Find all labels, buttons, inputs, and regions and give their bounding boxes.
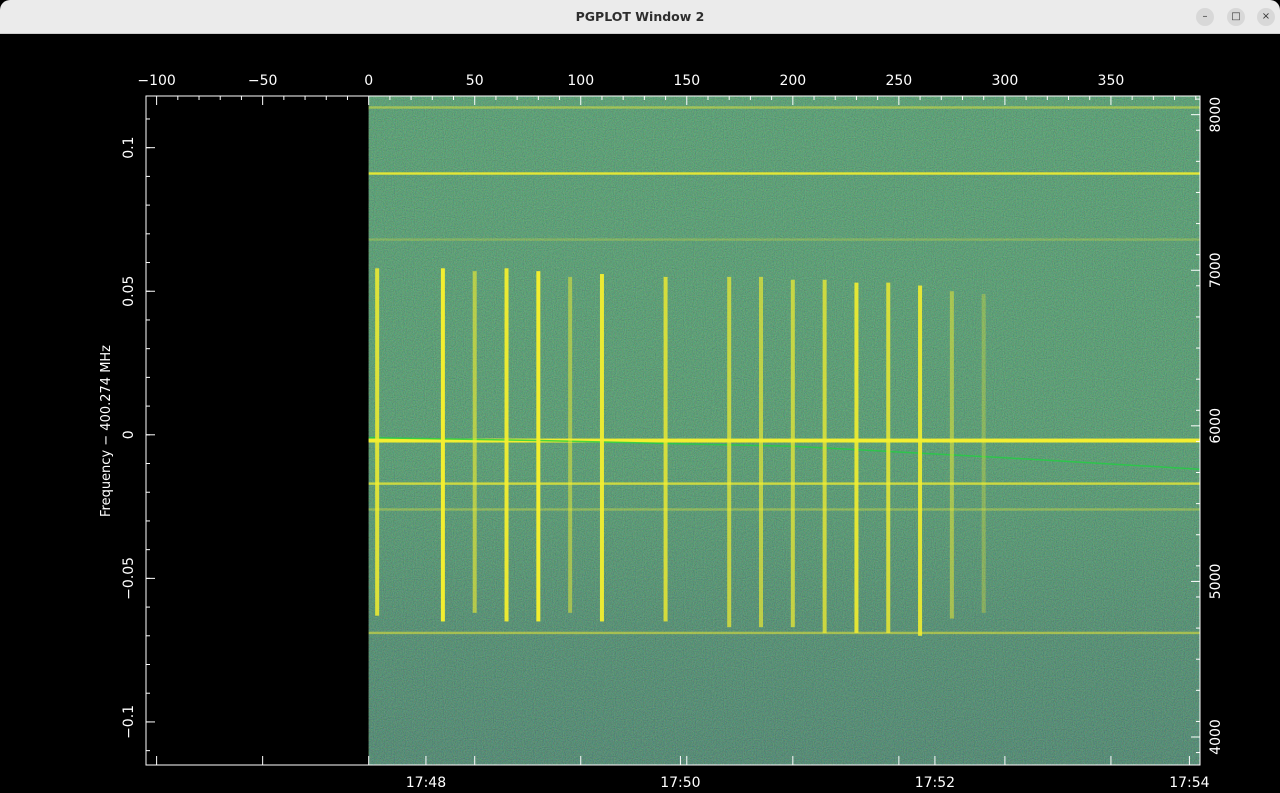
horizontal-line — [368, 508, 1201, 511]
left-axis-tick-label: 0 — [121, 430, 137, 439]
spectrum-noise — [368, 96, 1201, 765]
right-axis-tick-label: 7000 — [1208, 252, 1224, 288]
plot-area: −100 −50 0 50 100 150 200 250 300 350 0.1 0.05 0 −0.0… — [0, 34, 1280, 791]
horizontal-line — [368, 238, 1201, 241]
close-button[interactable]: × — [1257, 8, 1275, 26]
pulse-line — [568, 276, 573, 613]
left-axis-tick-label: 0.1 — [121, 137, 137, 159]
pulse-line — [504, 268, 509, 622]
right-axis-tick-label: 4000 — [1208, 719, 1224, 755]
bottom-axis-tick-label: 17:54 — [1169, 775, 1209, 789]
left-axis-tick-label: 0.05 — [121, 276, 137, 307]
left-axis-tick-label: −0.1 — [121, 705, 137, 739]
top-axis-tick-label: 150 — [673, 73, 700, 89]
top-axis-tick-label: −100 — [137, 73, 175, 89]
pulse-line — [375, 268, 380, 616]
pulse-line — [759, 276, 764, 628]
top-axis-tick-label: 200 — [779, 73, 806, 89]
top-axis-tick-label: 250 — [885, 73, 912, 89]
pulse-line — [918, 285, 923, 636]
horizontal-line — [368, 172, 1201, 175]
right-axis-tick-label: 6000 — [1208, 408, 1224, 444]
horizontal-line — [368, 482, 1201, 485]
spectrogram-layer — [146, 96, 1201, 765]
minimize-button[interactable]: – — [1196, 8, 1214, 26]
bottom-axis-tick-label: 17:48 — [406, 775, 446, 789]
pulse-line — [536, 271, 541, 622]
window-title: PGPLOT Window 2 — [575, 9, 705, 24]
waterfall-chart: −100 −50 0 50 100 150 200 250 300 350 0.1 0.05 0 −0.0… — [99, 73, 1224, 791]
maximize-button[interactable]: □ — [1227, 8, 1245, 26]
pulse-line — [854, 282, 859, 633]
pulse-line — [599, 274, 604, 622]
left-axis-tick-label: −0.05 — [121, 557, 137, 600]
pulse-line — [790, 279, 795, 628]
right-axis-tick-label: 5000 — [1208, 564, 1224, 600]
top-axis-tick-label: 300 — [992, 73, 1019, 89]
top-axis-tick-label: 0 — [364, 73, 373, 89]
pulse-line — [440, 268, 445, 622]
pulse-line — [727, 276, 732, 628]
window-titlebar[interactable]: PGPLOT Window 2 – □ × — [0, 0, 1280, 34]
top-axis-tick-label: 50 — [466, 73, 484, 89]
horizontal-line — [368, 106, 1201, 109]
top-axis-tick-label: −50 — [248, 73, 278, 89]
pulse-line — [472, 271, 477, 613]
horizontal-line — [368, 631, 1201, 635]
pulse-line — [981, 294, 986, 613]
pulse-line — [663, 276, 668, 622]
right-axis-tick-label: 8000 — [1208, 97, 1224, 133]
bottom-axis-tick-label: 17:50 — [660, 775, 700, 789]
y-axis-label: Frequency − 400.274 MHz — [99, 345, 114, 517]
top-axis-tick-label: 100 — [567, 73, 594, 89]
pulse-line — [949, 291, 954, 619]
pulse-line — [886, 282, 891, 633]
pulse-line — [822, 279, 827, 633]
top-axis-tick-label: 350 — [1098, 73, 1125, 89]
bottom-axis-tick-label: 17:52 — [915, 775, 955, 789]
